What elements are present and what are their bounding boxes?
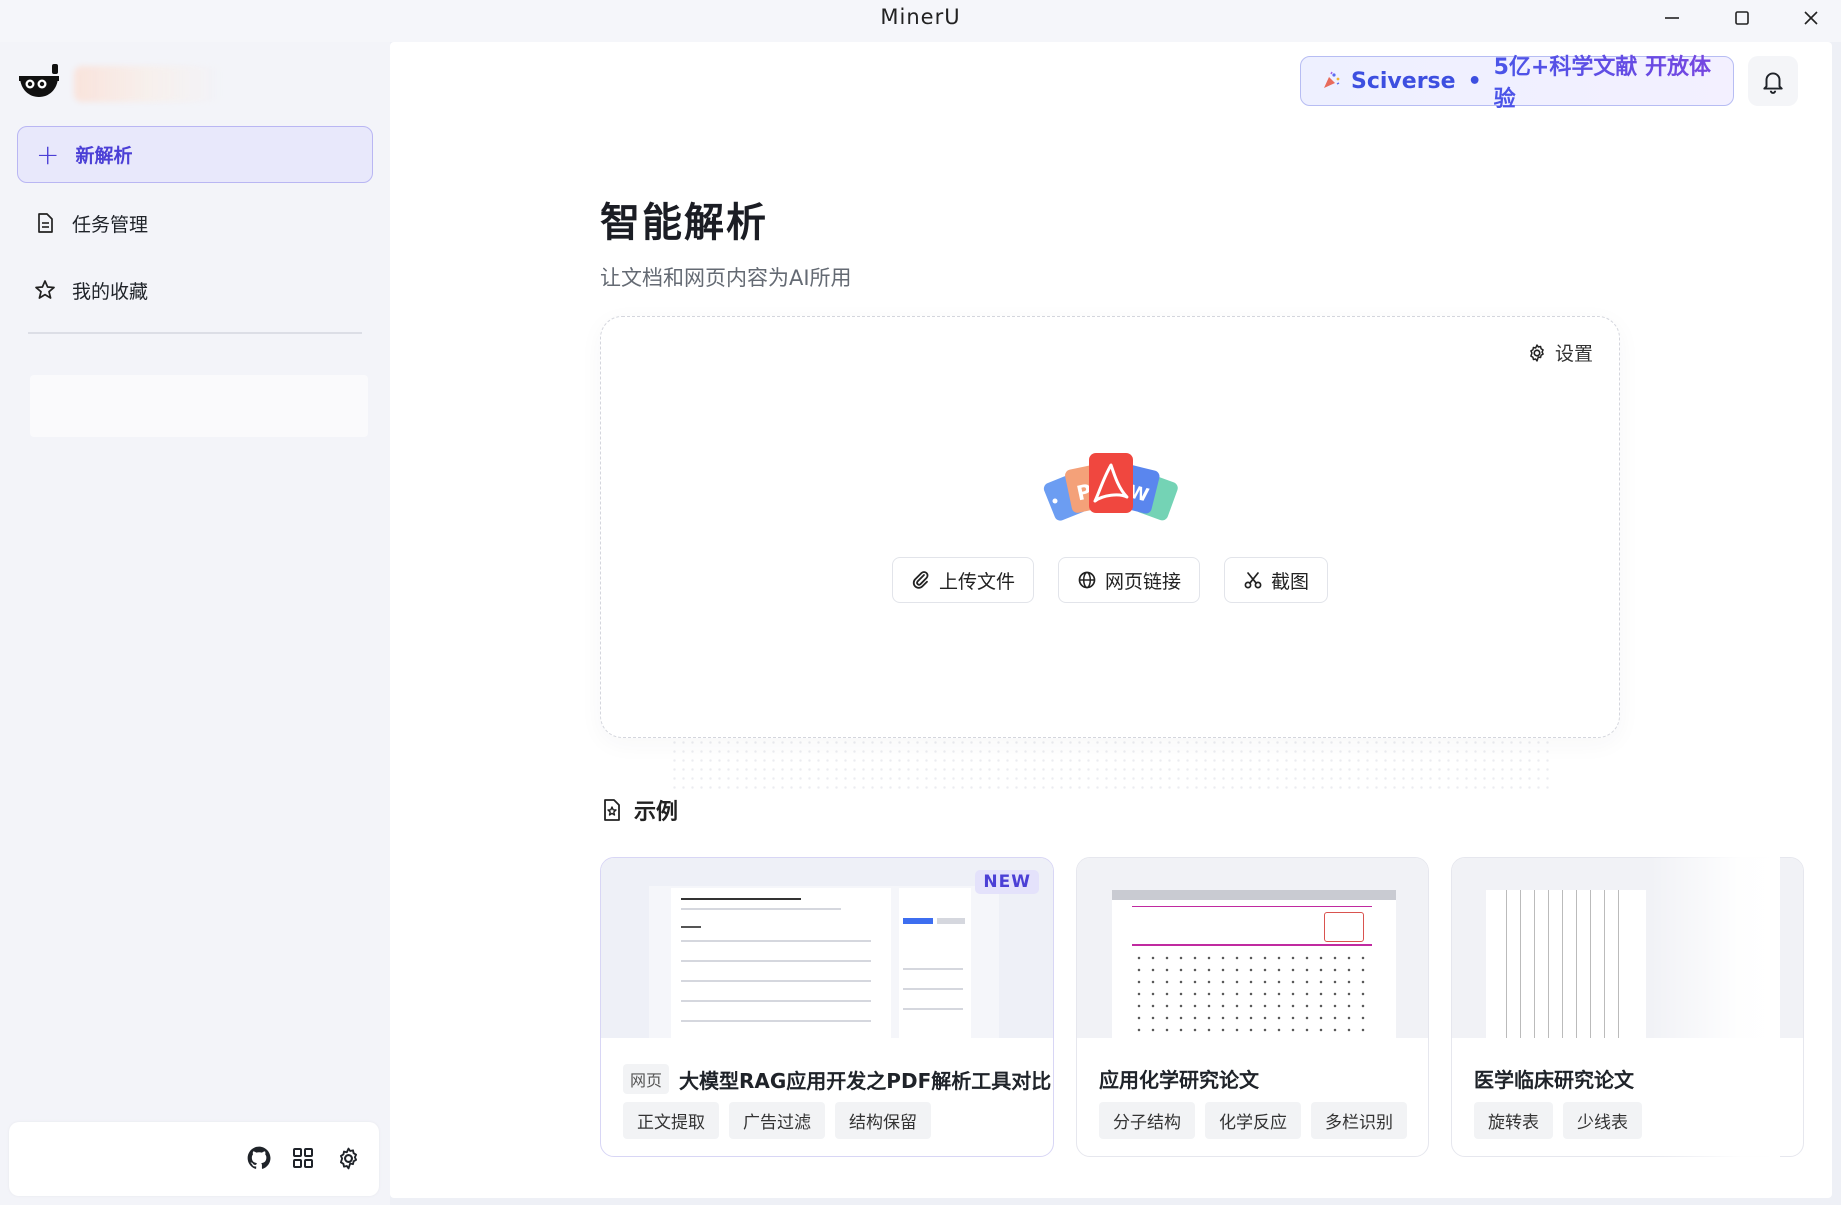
close-window-button[interactable] (1781, 0, 1841, 36)
example-card-title-row: 应用化学研究论文 (1099, 1064, 1259, 1093)
upload-actions: 上传文件 网页链接 截图 (601, 557, 1619, 603)
web-link-button[interactable]: 网页链接 (1057, 557, 1200, 603)
upload-settings-label: 设置 (1554, 343, 1593, 365)
web-link-label: 网页链接 (1104, 570, 1181, 593)
example-card-tags: 旋转表 少线表 (1474, 1102, 1642, 1139)
app-logo (16, 62, 62, 108)
screenshot-label: 截图 (1271, 570, 1310, 593)
apps-grid-icon[interactable] (289, 1144, 317, 1172)
scissors-icon (1244, 572, 1262, 589)
file-types-illustration: P W (1041, 449, 1181, 529)
example-thumbnail (1452, 858, 1803, 1038)
screenshot-button[interactable]: 截图 (1224, 557, 1329, 603)
source-tag: 网页 (623, 1064, 670, 1094)
main-content: Sciverse • 5亿+科学文献 开放体验 智能解析 让文档和网页内容为AI… (390, 42, 1832, 1198)
sciverse-promo-banner[interactable]: Sciverse • 5亿+科学文献 开放体验 (1300, 55, 1734, 112)
feature-tag: 旋转表 (1474, 1102, 1553, 1139)
minimize-icon (1665, 17, 1679, 19)
sidebar: + 新解析 任务管理 我的收藏 (0, 42, 390, 1205)
feature-tag: 分子结构 (1099, 1102, 1195, 1139)
upload-dropzone[interactable]: 设置 P W 上传文件 网页链接 截图 (600, 316, 1620, 738)
sidebar-divider (28, 332, 362, 334)
upload-file-label: 上传文件 (938, 570, 1015, 593)
starred-document-icon (604, 799, 620, 821)
example-card-chemistry[interactable]: 应用化学研究论文 分子结构 化学反应 多栏识别 (1076, 857, 1429, 1157)
globe-icon (1078, 571, 1096, 589)
upload-settings-button[interactable]: 设置 (1527, 339, 1593, 366)
page-subtitle: 让文档和网页内容为AI所用 (600, 266, 852, 290)
example-card-medical[interactable]: 医学临床研究论文 旋转表 少线表 (1451, 857, 1804, 1157)
maximize-icon (1735, 11, 1749, 25)
gear-icon[interactable] (334, 1144, 362, 1172)
example-card-title: 大模型RAG应用开发之PDF解析工具对比 (679, 1068, 1052, 1093)
minimize-button[interactable] (1642, 0, 1702, 36)
examples-carousel: NEW 网页 大模型RAG应用开发之PDF解析工具对比 正文提取 广告过滤 结构… (600, 857, 1832, 1198)
example-card-tags: 正文提取 广告过滤 结构保留 (623, 1102, 931, 1139)
sidebar-item-favorites[interactable]: 我的收藏 (34, 272, 148, 308)
feature-tag: 化学反应 (1205, 1102, 1301, 1139)
window-title: MinerU (880, 5, 961, 29)
close-icon (1804, 11, 1818, 25)
examples-heading-label: 示例 (634, 800, 679, 825)
plus-icon: + (36, 137, 60, 171)
github-icon[interactable] (245, 1144, 273, 1172)
new-badge: NEW (975, 870, 1039, 894)
maximize-button[interactable] (1712, 0, 1772, 36)
window-titlebar: MinerU (0, 0, 1841, 42)
sidebar-item-task-management[interactable]: 任务管理 (34, 205, 148, 241)
example-card-rag-pdf[interactable]: NEW 网页 大模型RAG应用开发之PDF解析工具对比 正文提取 广告过滤 结构… (600, 857, 1054, 1157)
example-card-title: 应用化学研究论文 (1099, 1068, 1259, 1092)
sidebar-footer (9, 1122, 379, 1196)
feature-tag: 正文提取 (623, 1102, 719, 1139)
upload-file-button[interactable]: 上传文件 (891, 557, 1034, 603)
sidebar-item-label: 我的收藏 (72, 280, 149, 303)
examples-heading: 示例 (600, 794, 678, 826)
party-popper-icon (1324, 71, 1340, 88)
bell-icon (1763, 72, 1783, 94)
promo-brand: Sciverse (1351, 68, 1456, 94)
new-parse-label: 新解析 (75, 145, 133, 167)
gear-icon (1530, 343, 1544, 362)
example-card-tags: 分子结构 化学反应 多栏识别 (1099, 1102, 1407, 1139)
example-thumbnail (1077, 858, 1428, 1038)
history-list-item[interactable] (30, 375, 368, 437)
example-card-title-row: 网页 大模型RAG应用开发之PDF解析工具对比 (623, 1064, 1051, 1094)
promo-text: 5亿+科学文献 开放体验 (1494, 49, 1733, 113)
example-card-title: 医学临床研究论文 (1474, 1068, 1634, 1092)
star-icon (35, 280, 55, 299)
feature-tag: 广告过滤 (729, 1102, 825, 1139)
sidebar-item-label: 任务管理 (72, 213, 149, 236)
logo-wordmark (74, 66, 224, 102)
paperclip-icon (912, 571, 929, 589)
notifications-button[interactable] (1748, 56, 1798, 106)
page-title: 智能解析 (600, 200, 768, 246)
promo-separator: • (1467, 68, 1482, 94)
feature-tag: 少线表 (1563, 1102, 1642, 1139)
example-card-title-row: 医学临床研究论文 (1474, 1064, 1634, 1093)
feature-tag: 多栏识别 (1311, 1102, 1407, 1139)
feature-tag: 结构保留 (835, 1102, 931, 1139)
document-icon (38, 213, 53, 233)
new-parse-button[interactable]: + 新解析 (17, 126, 373, 183)
